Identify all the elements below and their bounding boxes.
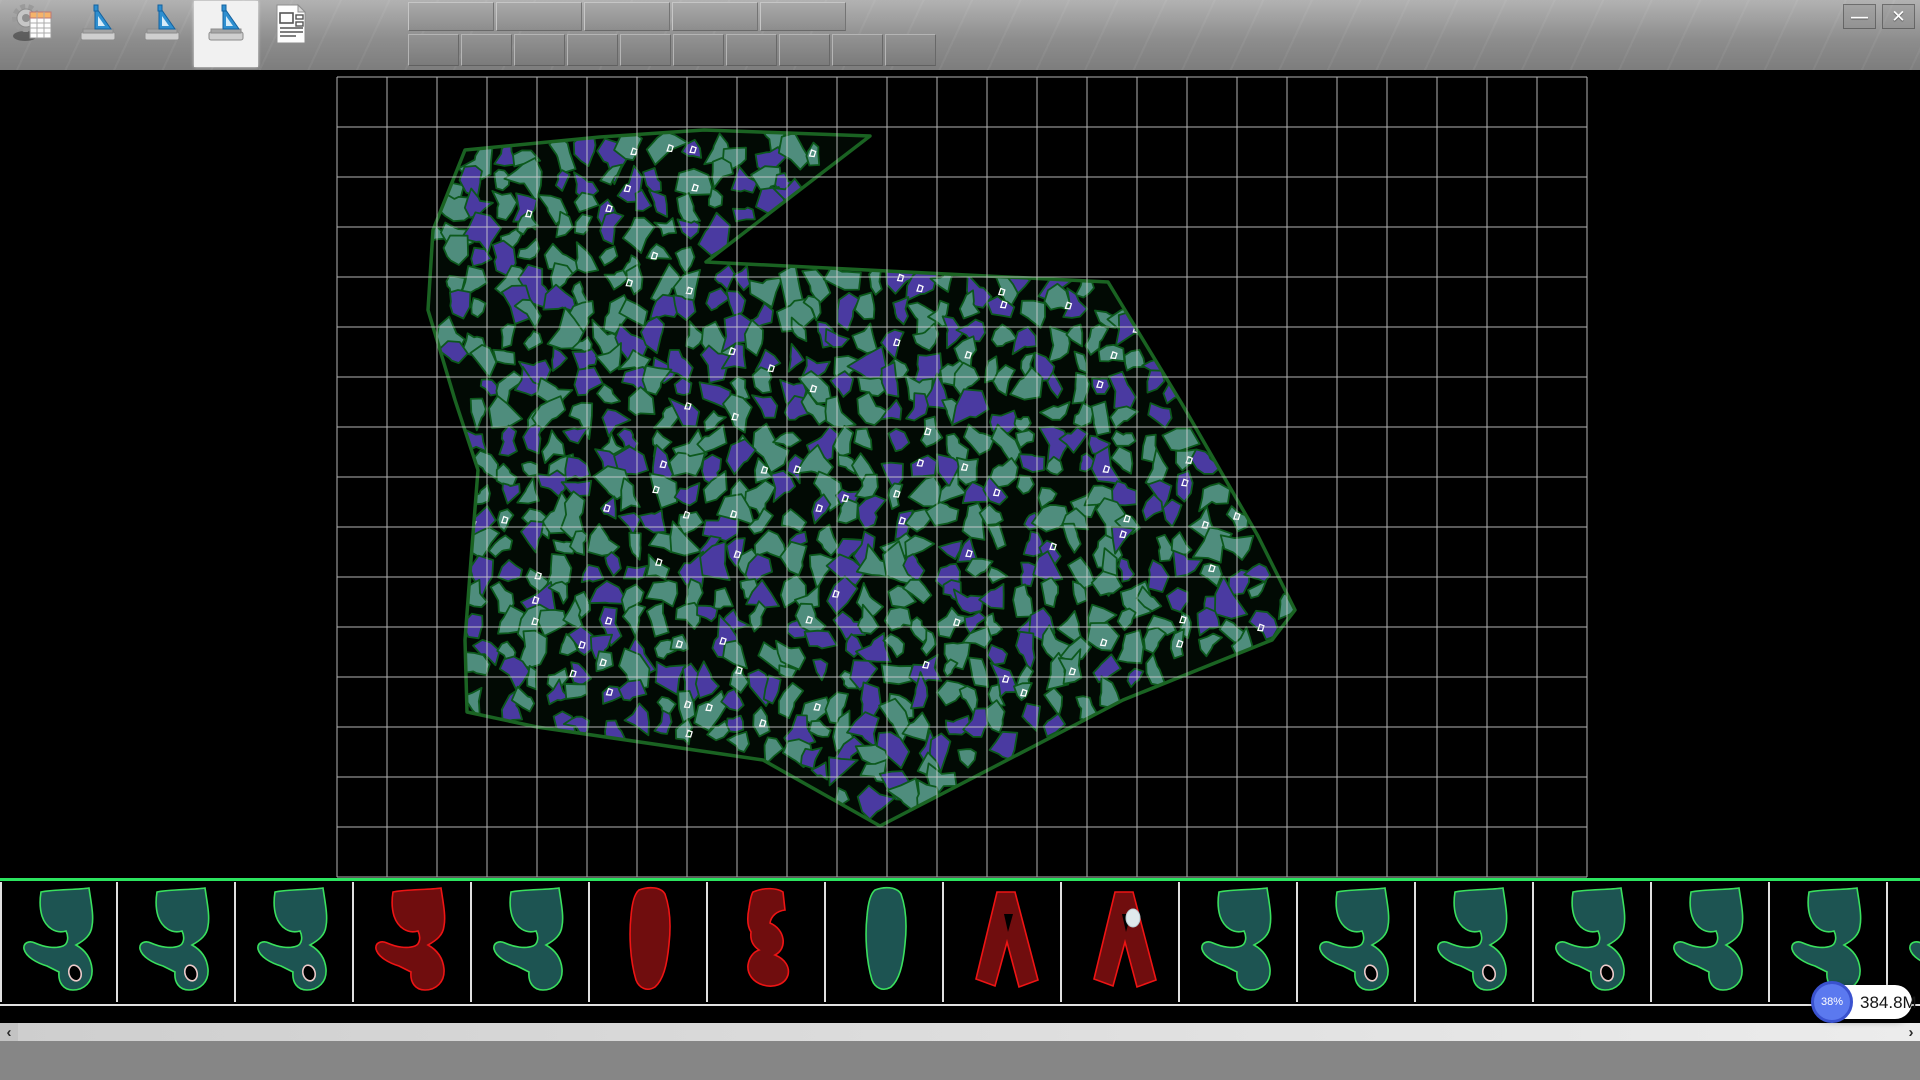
piece-shape-boot [1180, 882, 1298, 1002]
report-document-icon [268, 3, 312, 45]
tool-button-1[interactable] [408, 34, 459, 66]
thumbnail-cell-14[interactable] [1534, 882, 1652, 1002]
piece-shape-boot [1298, 882, 1416, 1002]
thumbnail-cell-10[interactable] [1062, 882, 1180, 1002]
tool-button-10[interactable] [885, 34, 936, 66]
thumbnail-cell-6[interactable] [590, 882, 708, 1002]
tool-row [408, 34, 936, 66]
thumbnail-cell-4[interactable] [354, 882, 472, 1002]
nav-3-ruler[interactable] [130, 1, 194, 67]
thumbnail-strip [0, 882, 1920, 1006]
thumbnail-cell-15[interactable] [1652, 882, 1770, 1002]
memory-value: 384.8M [1860, 993, 1917, 1013]
progress-percent: 38% [1821, 996, 1843, 1008]
tool-button-8[interactable] [779, 34, 830, 66]
application-window: — ✕ ‹ › 38% 384.8M [0, 0, 1920, 1080]
piece-shape-boot [118, 882, 236, 1002]
piece-shape-boot [1534, 882, 1652, 1002]
memory-badge: 38% 384.8M [1814, 985, 1912, 1019]
thumbnail-cell-12[interactable] [1298, 882, 1416, 1002]
window-controls: — ✕ [1843, 4, 1915, 29]
thumbnail-cell-17[interactable] [1888, 882, 1920, 1002]
status-bar [0, 1041, 1920, 1080]
tool-button-5[interactable] [620, 34, 671, 66]
horizontal-scrollbar[interactable]: ‹ › [0, 1023, 1920, 1041]
tool-button-7[interactable] [726, 34, 777, 66]
progress-circle: 38% [1811, 981, 1853, 1023]
tool-button-4[interactable] [567, 34, 618, 66]
menu-button-4[interactable] [672, 2, 758, 31]
tool-button-9[interactable] [832, 34, 883, 66]
piece-shape-ashape [1062, 882, 1180, 1002]
tool-button-6[interactable] [673, 34, 724, 66]
piece-shape-tongue [590, 882, 708, 1002]
piece-shape-boot [1888, 882, 1920, 1002]
piece-shape-boot [2, 882, 118, 1002]
nav-4-ruler-selected[interactable] [194, 1, 258, 67]
tool-button-3[interactable] [514, 34, 565, 66]
thumbnail-cell-9[interactable] [944, 882, 1062, 1002]
piece-shape-cshape [708, 882, 826, 1002]
nav-icon-bar [2, 1, 322, 67]
scroll-right-button[interactable]: › [1902, 1023, 1920, 1041]
close-button[interactable]: ✕ [1882, 4, 1915, 29]
toolbar: — ✕ [0, 0, 1920, 71]
piece-shape-ashape [944, 882, 1062, 1002]
set-square-icon [204, 3, 248, 45]
thumbnail-cell-3[interactable] [236, 882, 354, 1002]
menu-row [408, 2, 846, 31]
thumbnail-cell-8[interactable] [826, 882, 944, 1002]
nav-2-ruler[interactable] [66, 1, 130, 67]
gear-table-icon [12, 3, 56, 45]
piece-shape-boot [354, 882, 472, 1002]
nav-1-system[interactable] [2, 1, 66, 67]
set-square-icon [140, 3, 184, 45]
piece-shape-boot [1416, 882, 1534, 1002]
bottom-gap [0, 1006, 1920, 1023]
thumbnail-cell-1[interactable] [0, 882, 118, 1002]
nesting-canvas-area[interactable] [0, 70, 1920, 878]
thumbnail-strip-top-border [0, 878, 1920, 881]
menu-button-5[interactable] [760, 2, 846, 31]
piece-shape-boot [472, 882, 590, 1002]
piece-shape-tongue [826, 882, 944, 1002]
nesting-canvas[interactable] [0, 70, 1920, 878]
scroll-left-button[interactable]: ‹ [0, 1023, 18, 1041]
thumbnail-cell-13[interactable] [1416, 882, 1534, 1002]
piece-shape-boot [236, 882, 354, 1002]
menu-button-3[interactable] [584, 2, 670, 31]
set-square-icon [76, 3, 120, 45]
menu-button-1[interactable] [408, 2, 494, 31]
minimize-button[interactable]: — [1843, 4, 1876, 29]
defect-hole [1126, 909, 1140, 927]
thumbnail-cell-7[interactable] [708, 882, 826, 1002]
piece-shape-boot [1652, 882, 1770, 1002]
thumbnail-cell-11[interactable] [1180, 882, 1298, 1002]
thumbnail-cell-5[interactable] [472, 882, 590, 1002]
nav-5-report[interactable] [258, 1, 322, 67]
menu-button-2[interactable] [496, 2, 582, 31]
thumbnail-cell-2[interactable] [118, 882, 236, 1002]
tool-button-2[interactable] [461, 34, 512, 66]
